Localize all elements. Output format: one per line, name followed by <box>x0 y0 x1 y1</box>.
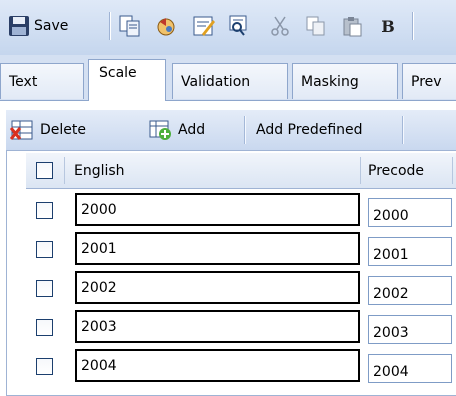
find-replace-button[interactable] <box>224 10 256 42</box>
select-all-checkbox[interactable] <box>36 162 53 179</box>
toolbar-separator <box>412 12 413 40</box>
tab-label: Scale <box>99 65 137 81</box>
delete-icon <box>10 119 34 141</box>
row-checkbox[interactable] <box>36 280 53 297</box>
column-header-label: Precode <box>368 162 425 179</box>
table-row <box>26 308 456 347</box>
action-separator <box>402 116 403 144</box>
tab-text[interactable]: Text <box>0 63 84 99</box>
tab-label: Prev <box>411 73 442 90</box>
paste-button[interactable] <box>336 10 368 42</box>
english-text-input[interactable] <box>75 310 360 343</box>
spellcheck-icon <box>192 14 216 38</box>
tab-label: Masking <box>301 73 359 90</box>
bold-icon: B <box>381 16 395 36</box>
tab-validation[interactable]: Validation <box>172 63 288 99</box>
precode-input[interactable] <box>368 354 452 383</box>
table-row <box>26 269 456 308</box>
column-separator <box>360 157 361 184</box>
row-checkbox[interactable] <box>36 319 53 336</box>
grid-header: English Precode <box>26 153 456 189</box>
tab-masking[interactable]: Masking <box>292 63 398 99</box>
copy-small-icon <box>305 15 327 37</box>
add-button[interactable]: Add <box>148 118 205 142</box>
tab-label: Validation <box>181 73 251 90</box>
delete-button[interactable]: Delete <box>10 118 86 142</box>
tab-label: Text <box>9 73 38 90</box>
add-icon <box>148 119 172 141</box>
row-checkbox[interactable] <box>36 202 53 219</box>
undo-icon <box>154 14 178 38</box>
english-text-input[interactable] <box>75 349 360 382</box>
bold-button[interactable]: B <box>372 10 404 42</box>
tab-strip: Text Scale Validation Masking Prev <box>0 55 456 101</box>
tab-preview[interactable]: Prev <box>402 63 456 99</box>
save-button[interactable]: Save <box>6 10 106 42</box>
copy-icon <box>118 14 142 38</box>
precode-input[interactable] <box>368 315 452 344</box>
copy-small-button[interactable] <box>300 10 332 42</box>
precode-input[interactable] <box>368 237 452 266</box>
spellcheck-button[interactable] <box>188 10 220 42</box>
english-text-input[interactable] <box>75 193 360 226</box>
cut-button[interactable] <box>264 10 296 42</box>
toolbar-separator <box>109 12 110 40</box>
table-row <box>26 230 456 269</box>
undo-button[interactable] <box>150 10 182 42</box>
paste-icon <box>341 15 363 37</box>
toolbar: Save B <box>0 0 456 56</box>
tab-scale[interactable]: Scale <box>88 59 166 101</box>
row-checkbox[interactable] <box>36 358 53 375</box>
add-predefined-label: Add Predefined <box>256 122 363 138</box>
column-separator <box>64 157 65 184</box>
cut-icon <box>269 15 291 37</box>
column-header-english[interactable]: English <box>74 153 125 188</box>
copy-button[interactable] <box>114 10 146 42</box>
column-header-label: English <box>74 162 125 179</box>
precode-input[interactable] <box>368 276 452 305</box>
table-row <box>26 191 456 230</box>
action-separator <box>244 116 245 144</box>
save-icon <box>8 15 30 37</box>
column-header-precode[interactable]: Precode <box>368 153 424 188</box>
delete-label: Delete <box>40 122 86 138</box>
english-text-input[interactable] <box>75 232 360 265</box>
save-label: Save <box>34 18 69 34</box>
row-checkbox[interactable] <box>36 241 53 258</box>
english-text-input[interactable] <box>75 271 360 304</box>
find-replace-icon <box>228 14 252 38</box>
column-separator <box>452 157 453 184</box>
precode-input[interactable] <box>368 198 452 227</box>
table-row <box>26 347 456 386</box>
grid-action-bar: Delete Add Add Predefined <box>6 110 456 151</box>
add-predefined-button[interactable]: Add Predefined <box>256 118 363 142</box>
add-label: Add <box>178 122 206 138</box>
